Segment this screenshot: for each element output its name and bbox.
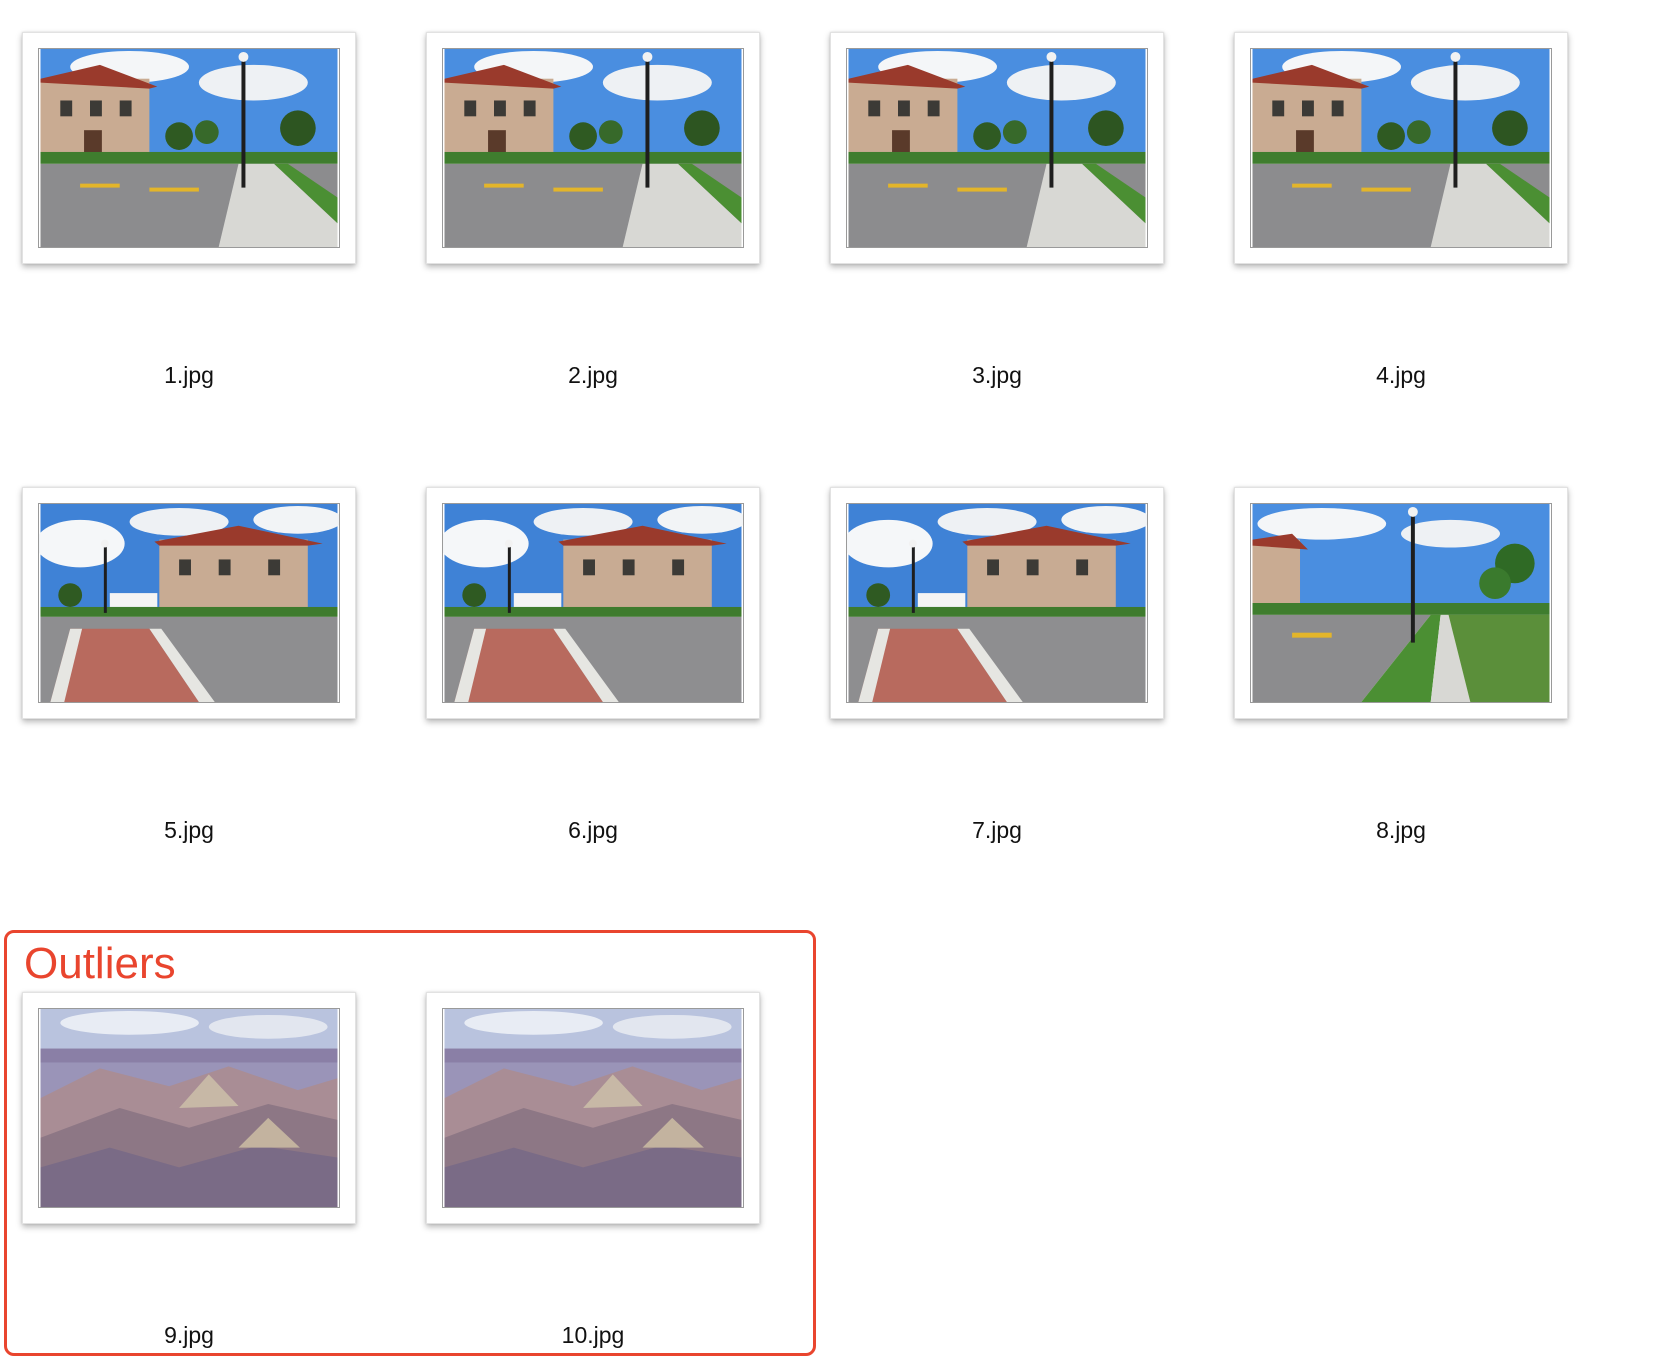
- file-name: 1.jpg: [164, 362, 214, 388]
- file-name: 4.jpg: [1376, 362, 1426, 388]
- file-name: 9.jpg: [164, 1322, 214, 1348]
- image-thumbnail[interactable]: [22, 32, 356, 264]
- image-thumbnail[interactable]: [426, 32, 760, 264]
- file-name: 10.jpg: [561, 1322, 625, 1348]
- street-scene-thumbnail: [442, 48, 744, 248]
- image-thumbnail[interactable]: [830, 487, 1164, 719]
- image-thumbnail[interactable]: [426, 992, 760, 1224]
- image-thumbnail[interactable]: [22, 487, 356, 719]
- street-crosswalk-thumbnail: [38, 503, 340, 703]
- street-crosswalk-thumbnail: [442, 503, 744, 703]
- file-name: 5.jpg: [164, 817, 214, 843]
- street-scene-thumbnail: [1250, 48, 1552, 248]
- street-scene-thumbnail: [38, 48, 340, 248]
- street-sidewalk-thumbnail: [1250, 503, 1552, 703]
- outliers-title: Outliers: [24, 939, 176, 988]
- file-name: 7.jpg: [972, 817, 1022, 843]
- canyon-thumbnail: [38, 1008, 340, 1208]
- file-name: 6.jpg: [568, 817, 618, 843]
- file-name: 2.jpg: [568, 362, 618, 388]
- canyon-thumbnail: [442, 1008, 744, 1208]
- file-name: 8.jpg: [1376, 817, 1426, 843]
- image-thumbnail[interactable]: [1234, 487, 1568, 719]
- file-name: 3.jpg: [972, 362, 1022, 388]
- image-thumbnail[interactable]: [426, 487, 760, 719]
- street-crosswalk-thumbnail: [846, 503, 1148, 703]
- image-thumbnail[interactable]: [1234, 32, 1568, 264]
- image-thumbnail[interactable]: [22, 992, 356, 1224]
- street-scene-thumbnail: [846, 48, 1148, 248]
- image-thumbnail[interactable]: [830, 32, 1164, 264]
